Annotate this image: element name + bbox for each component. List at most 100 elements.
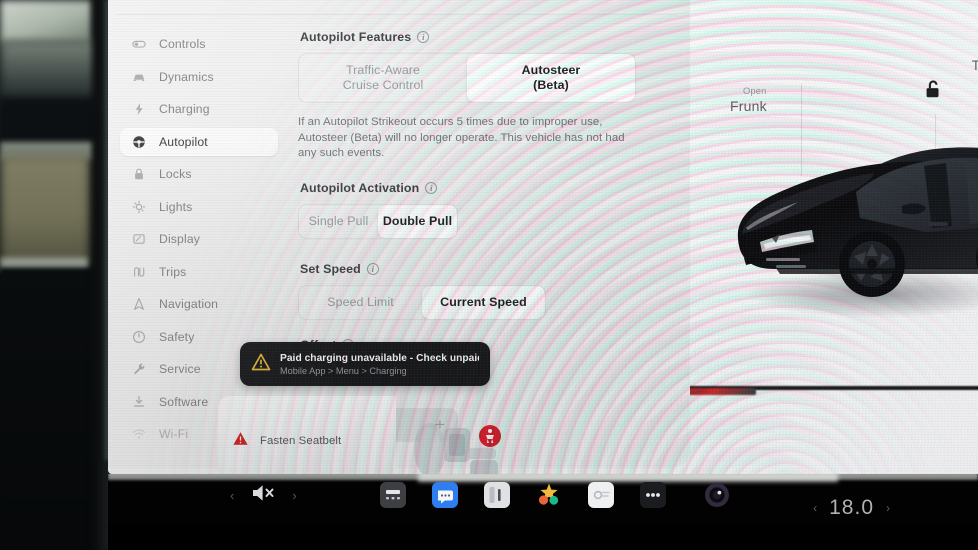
section-title: Autopilot Features [300,30,412,44]
taskbar-top-edge-glare [418,474,838,482]
segment-label-line1: Autosteer [521,63,581,77]
autopilot-strikeout-description: If an Autopilot Strikeout occurs 5 times… [298,116,625,160]
segment-label-line1: Traffic-Aware [345,63,421,77]
car-icon [132,70,146,84]
sidebar-item-label: Wi-Fi [159,427,189,441]
sidebar-item-controls[interactable]: Controls [120,30,278,58]
window-reflection-band [0,40,96,102]
section-title: Set Speed [300,261,361,276]
sidebar-item-lights[interactable]: Lights [120,193,278,221]
taskbar-bottom-shadow [108,524,978,550]
sidebar-item-trips[interactable]: Trips [120,258,278,286]
volume-next-chevron[interactable]: › [292,488,296,503]
toybox-icon[interactable] [536,482,562,508]
section-title: Autopilot Activation [300,180,420,195]
warning-triangle-icon [232,430,249,452]
charging-notification-toast[interactable]: Paid charging unavailable - Check unpaid… [240,342,490,386]
set-speed-segmented-control[interactable]: Speed Limit Current Speed [298,284,546,320]
seatbelt-alert-row[interactable]: Fasten Seatbelt [232,430,341,452]
sidebar-item-label: Lights [159,199,193,214]
temp-increase-chevron[interactable]: › [886,501,890,515]
volume-prev-chevron[interactable]: ‹ [230,488,234,503]
info-icon[interactable]: i [417,31,430,43]
sidebar-item-dynamics[interactable]: Dynamics [120,63,278,91]
bottom-taskbar: ‹ › ‹ 18.0 › [108,474,978,550]
window-reflection-tan [0,155,90,265]
climate-temperature-control[interactable]: ‹ 18.0 › [813,496,890,520]
messages-icon[interactable] [432,482,458,508]
display-icon [132,232,146,246]
set-speed-header: Set Speed i [300,262,668,276]
sidebar-item-label: Service [159,362,201,376]
frunk-action-label: Open [743,86,767,96]
taskbar-app-icons[interactable] [380,482,730,508]
dashcam-icon[interactable] [704,482,730,508]
toast-title: Paid charging unavailable - Check unpaid… [280,352,479,364]
unlock-icon[interactable] [922,78,944,100]
lightning-bolt-icon [132,102,146,116]
autopilot-features-header: Autopilot Features i [300,30,668,44]
autopilot-features-segmented-control[interactable]: Traffic-Aware Cruise Control Autosteer (… [298,53,636,103]
sidebar-item-label: Navigation [159,297,219,311]
seatbelt-alert-label: Fasten Seatbelt [260,435,342,447]
tesla-touchscreen: Controls Dynamics Charging Autopilot Loc… [108,0,978,474]
sidebar-item-charging[interactable]: Charging [120,95,278,123]
segment-label-line2: Cruise Control [342,78,424,92]
seat-diagram [404,414,508,474]
navigation-arrow-icon [132,297,146,311]
sidebar-item-locks[interactable]: Locks [120,160,278,188]
frunk-button[interactable]: Frunk [730,98,767,114]
vehicle-status-card: Open Frunk Tr [680,0,978,474]
sidebar-item-display[interactable]: Display [120,225,278,253]
segment-speed-limit[interactable]: Speed Limit [299,286,422,319]
volume-control-group[interactable]: ‹ › [230,482,297,509]
safety-clock-icon [132,330,146,344]
segment-label-line2: (Beta) [533,78,569,92]
volume-muted-icon[interactable] [250,482,276,509]
vehicle-render-model-3[interactable] [720,118,978,338]
settings-panel: Controls Dynamics Charging Autopilot Loc… [108,0,690,468]
info-icon[interactable]: i [366,262,379,275]
sidebar-item-label: Dynamics [159,69,214,84]
sidebar-item-label: Autopilot [159,134,208,149]
autopilot-activation-header: Autopilot Activation i [300,181,668,195]
wifi-icon [132,427,146,441]
sidebar-item-label: Trips [159,264,187,279]
toast-subtitle: Mobile App > Menu > Charging [280,365,407,376]
segment-autosteer-beta[interactable]: Autosteer (Beta) [467,54,635,102]
settings-sidebar[interactable]: Controls Dynamics Charging Autopilot Loc… [108,30,286,453]
sidebar-item-label: Software [159,394,209,409]
headlight-icon [132,200,146,214]
sidebar-item-label: Charging [159,102,210,116]
temp-decrease-chevron[interactable]: ‹ [813,501,817,515]
segment-double-pull[interactable]: Double Pull [378,204,457,238]
segment-single-pull[interactable]: Single Pull [299,205,378,238]
sidebar-item-label: Locks [159,167,192,181]
segment-traffic-aware-cruise-control[interactable]: Traffic-Aware Cruise Control [299,54,467,102]
sidebar-item-label: Safety [159,329,195,344]
app-tile-icon[interactable] [588,482,614,508]
toggle-switch-icon [132,37,146,51]
info-icon[interactable]: i [425,181,438,194]
red-reflection-streak [682,388,756,395]
autopilot-activation-segmented-control[interactable]: Single Pull Double Pull [298,203,458,239]
trunk-button[interactable]: Tr [972,58,978,73]
padlock-icon [132,167,146,181]
sidebar-item-label: Display [159,232,201,246]
wrench-icon [132,362,146,376]
steering-wheel-icon [132,135,146,149]
segment-current-speed[interactable]: Current Speed [422,285,545,319]
sidebar-item-autopilot[interactable]: Autopilot [120,127,278,156]
sidebar-item-label: Controls [159,37,206,51]
download-icon [132,395,146,409]
panel-divider [116,14,676,15]
window-reflection-top [0,0,92,42]
trips-icon [132,265,146,279]
info-card-icon[interactable] [484,482,510,508]
warning-triangle-icon [251,352,271,377]
more-dots-icon[interactable] [640,482,666,508]
seatbelt-alert-strip: Fasten Seatbelt [218,396,501,474]
temperature-value[interactable]: 18.0 [829,496,874,520]
sidebar-item-navigation[interactable]: Navigation [120,290,278,318]
media-player-icon[interactable] [380,482,406,508]
